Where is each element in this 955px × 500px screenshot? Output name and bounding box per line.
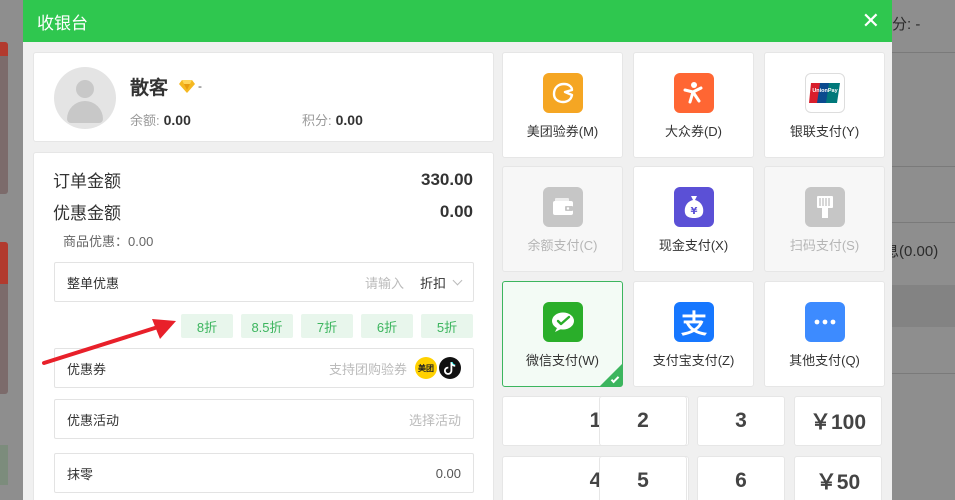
key-3[interactable]: 3 [697, 396, 785, 446]
discount-chip-5[interactable]: 5折 [421, 314, 473, 338]
background-panel-left-bottom [0, 445, 8, 485]
douyin-icon [439, 357, 461, 379]
scan-icon [805, 187, 845, 227]
more-icon [805, 302, 845, 342]
whole-discount-field[interactable]: 整单优惠 请输入 折扣 [54, 262, 474, 302]
background-text: 分: - [892, 16, 921, 33]
rounding-field[interactable]: 抹零 0.00 [54, 453, 474, 493]
balance-info: 余额: 0.00 [130, 110, 191, 129]
discount-chip-8[interactable]: 8折 [181, 314, 233, 338]
meituan-logo: 美团 [415, 357, 437, 379]
chevron-down-icon [452, 275, 463, 285]
dianping-icon [674, 73, 714, 113]
balance-value: 0.00 [163, 112, 191, 128]
background-panel-left-mid [0, 242, 8, 394]
activity-select[interactable]: 选择活动 [409, 410, 461, 429]
order-amount-row: 订单金额 330.00 [53, 167, 473, 192]
selected-corner [600, 364, 622, 386]
avatar [54, 67, 116, 129]
dialog-title: 收银台 [37, 13, 88, 33]
cash-pay-button[interactable]: ¥ 现金支付(X) [633, 166, 754, 272]
coupon-label: 优惠券 [67, 361, 107, 377]
goods-discount: 商品优惠：0.00 [63, 234, 154, 249]
discount-chip-7[interactable]: 7折 [301, 314, 353, 338]
background-panel-right: 分: - 息(0.00) [884, 0, 955, 500]
diamond-icon [179, 80, 195, 93]
payment-label: 现金支付(X) [658, 238, 729, 253]
discount-amount-label: 优惠金额 [53, 204, 121, 223]
points-info: 积分: 0.00 [302, 110, 363, 129]
customer-card: 散客 - 余额: 0.00 积分: 0.00 [33, 52, 494, 142]
whole-discount-label: 整单优惠 [67, 275, 120, 291]
coupon-input[interactable]: 支持团购验券 [329, 359, 407, 378]
activity-field[interactable]: 优惠活动 选择活动 [54, 399, 474, 439]
wechat-pay-icon [543, 302, 583, 342]
discount-chip-6[interactable]: 6折 [361, 314, 413, 338]
dianping-coupon-button[interactable]: 大众券(D) [633, 52, 754, 158]
alipay-glyph: 支 [680, 309, 707, 340]
wechat-pay-button[interactable]: 微信支付(W) [502, 281, 623, 387]
balance-label: 余额: [130, 113, 160, 128]
vip-level: - [198, 79, 202, 93]
close-icon[interactable]: ✕ [862, 10, 880, 32]
payment-label: 其他支付(Q) [789, 353, 860, 368]
payment-label: 美团验券(M) [526, 124, 599, 139]
discount-amount-value: 0.00 [439, 201, 473, 221]
order-amount-label: 订单金额 [53, 172, 121, 191]
dialog-titlebar: 收银台 ✕ [23, 0, 892, 42]
points-value: 0.00 [335, 112, 363, 128]
group-buy-logos: 美团 [415, 357, 461, 379]
alipay-button[interactable]: 支 支付宝支付(Z) [633, 281, 754, 387]
discount-mode-value: 折扣 [419, 275, 446, 291]
cash-bag-icon: ¥ [674, 187, 714, 227]
rounding-input[interactable]: 0.00 [436, 466, 461, 481]
payment-label: 扫码支付(S) [789, 238, 860, 253]
rounding-label: 抹零 [67, 466, 94, 482]
cashier-dialog: 收银台 ✕ 散客 - 余额: 0.00 积分: 0.00 订单金额 330.00 优… [23, 0, 892, 500]
scan-pay-button[interactable]: 扫码支付(S) [764, 166, 885, 272]
customer-name: 散客 [130, 78, 169, 99]
meituan-coupon-icon [543, 73, 583, 113]
coupon-field[interactable]: 优惠券 支持团购验券 美团 [54, 348, 474, 388]
points-label: 积分: [302, 113, 332, 128]
background-text: 息(0.00) [884, 243, 939, 260]
payment-label: 大众券(D) [664, 124, 723, 139]
payment-label: 支付宝支付(Z) [652, 353, 735, 368]
background-panel-left-top [0, 42, 8, 194]
discount-chips: 8折 8.5折 7折 6折 5折 [181, 314, 473, 338]
unionpay-icon: UnionPay [805, 73, 845, 113]
order-amount-value: 330.00 [421, 169, 473, 189]
balance-pay-button[interactable]: 余额支付(C) [502, 166, 623, 272]
key-6[interactable]: 6 [697, 456, 785, 500]
whole-discount-input[interactable]: 请输入 [365, 273, 404, 292]
key-100[interactable]: ￥100 [794, 396, 882, 446]
discount-amount-row: 优惠金额 0.00 [53, 199, 473, 224]
activity-label: 优惠活动 [67, 412, 120, 428]
payment-label: 余额支付(C) [527, 238, 598, 253]
order-summary-card: 订单金额 330.00 优惠金额 0.00 商品优惠：0.00 整单优惠 请输入… [33, 152, 494, 500]
discount-chip-8-5[interactable]: 8.5折 [241, 314, 293, 338]
alipay-icon: 支 [674, 302, 714, 342]
key-5[interactable]: 5 [599, 456, 687, 500]
meituan-coupon-button[interactable]: 美团验券(M) [502, 52, 623, 158]
payment-label: 银联支付(Y) [789, 124, 860, 139]
wallet-icon [543, 187, 583, 227]
key-2[interactable]: 2 [599, 396, 687, 446]
yen-symbol: ¥ [691, 206, 698, 217]
unionpay-text: UnionPay [812, 88, 838, 94]
unionpay-button[interactable]: UnionPay 银联支付(Y) [764, 52, 885, 158]
other-pay-button[interactable]: 其他支付(Q) [764, 281, 885, 387]
key-50[interactable]: ￥50 [794, 456, 882, 500]
discount-mode-select[interactable]: 折扣 [419, 273, 463, 292]
